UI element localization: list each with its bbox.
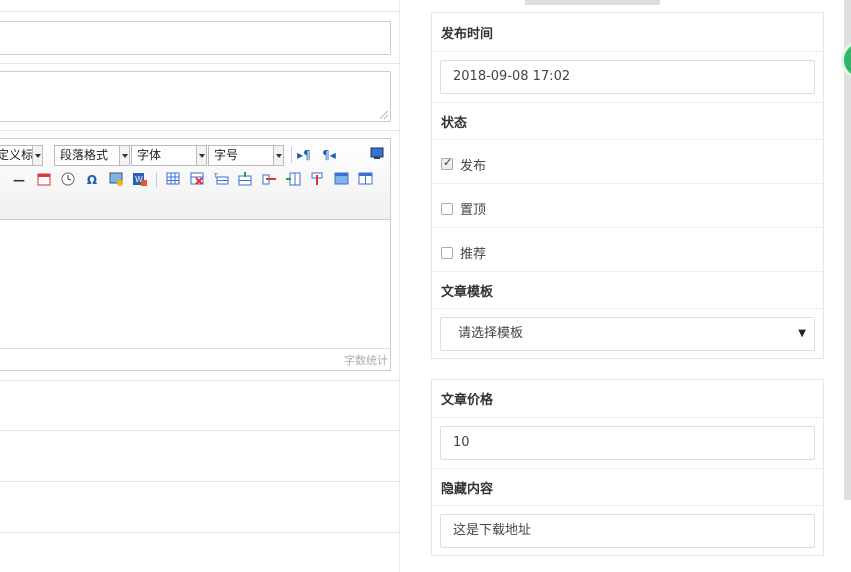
pin-checkbox[interactable] bbox=[441, 203, 453, 215]
hidden-content-label: 隐藏内容 bbox=[441, 482, 494, 497]
divider bbox=[0, 11, 400, 12]
divider bbox=[0, 380, 400, 381]
status-option-pin[interactable]: 置顶 bbox=[432, 183, 823, 227]
divider bbox=[0, 481, 400, 482]
status-row: 状态 bbox=[432, 102, 823, 140]
font-size-label: 字号 bbox=[214, 148, 239, 162]
paragraph-format-select[interactable]: 段落格式 bbox=[54, 145, 130, 166]
hidden-content-input[interactable]: 这是下载地址 bbox=[440, 514, 815, 548]
status-option-recommend[interactable]: 推荐 bbox=[432, 227, 823, 271]
chevron-down-icon bbox=[119, 146, 129, 165]
editor-statusbar: 字数统计 bbox=[0, 348, 390, 370]
divider bbox=[0, 63, 400, 64]
status-label: 状态 bbox=[441, 116, 468, 131]
rich-text-editor[interactable]: 定义标题 段落格式 字体 字号 ▸¶ ¶◂ bbox=[0, 138, 391, 371]
font-size-select[interactable]: 字号 bbox=[208, 145, 284, 166]
publish-time-label: 发布时间 bbox=[441, 27, 494, 42]
template-row: 文章模板 bbox=[432, 271, 823, 309]
main-form: 定义标题 段落格式 字体 字号 ▸¶ ¶◂ bbox=[0, 0, 400, 572]
ltr-icon[interactable]: ▸¶ bbox=[296, 147, 312, 163]
toolbar-separator bbox=[156, 172, 157, 188]
publish-time-input[interactable]: 2018-09-08 17:02 bbox=[440, 60, 815, 94]
font-family-label: 字体 bbox=[137, 148, 162, 162]
template-label: 文章模板 bbox=[441, 285, 494, 300]
editor-toolbar: 定义标题 段落格式 字体 字号 ▸¶ ¶◂ bbox=[0, 139, 390, 220]
image-icon[interactable] bbox=[108, 172, 124, 188]
chevron-down-icon bbox=[273, 146, 283, 165]
insert-col-icon[interactable] bbox=[285, 172, 301, 188]
hidden-content-input-row: 这是下载地址 bbox=[432, 505, 823, 556]
title-input[interactable] bbox=[0, 21, 391, 55]
merge-cells-icon[interactable] bbox=[333, 172, 349, 188]
date-icon[interactable] bbox=[36, 172, 52, 188]
status-option-publish[interactable]: 发布 bbox=[432, 139, 823, 183]
chevron-down-icon bbox=[32, 146, 42, 165]
divider bbox=[0, 130, 400, 131]
font-family-select[interactable]: 字体 bbox=[131, 145, 207, 166]
summary-textarea[interactable] bbox=[0, 71, 391, 122]
preview-icon[interactable] bbox=[369, 147, 385, 163]
pin-checkbox-label: 置顶 bbox=[460, 203, 487, 218]
thumbnail-preview bbox=[525, 0, 660, 5]
template-select-value: 请选择模板 bbox=[458, 326, 524, 341]
price-label: 文章价格 bbox=[441, 393, 494, 408]
insert-row-icon[interactable] bbox=[237, 172, 253, 188]
insert-caption-icon[interactable]: T bbox=[213, 172, 229, 188]
recommend-checkbox-label: 推荐 bbox=[460, 247, 487, 262]
horizontal-rule-icon[interactable]: — bbox=[11, 172, 27, 188]
floating-action-button[interactable] bbox=[841, 40, 851, 80]
price-input[interactable]: 10 bbox=[440, 426, 815, 460]
pricing-panel: 文章价格 10 隐藏内容 这是下载地址 bbox=[431, 379, 824, 556]
publish-checkbox[interactable] bbox=[441, 156, 453, 170]
rtl-icon[interactable]: ¶◂ bbox=[321, 147, 337, 163]
hidden-content-row: 隐藏内容 bbox=[432, 468, 823, 506]
time-icon[interactable] bbox=[60, 172, 76, 188]
paragraph-format-label: 段落格式 bbox=[60, 148, 109, 162]
caret-down-icon: ▼ bbox=[798, 328, 806, 339]
template-select[interactable]: 请选择模板 ▼ bbox=[440, 317, 815, 351]
divider bbox=[0, 532, 400, 533]
template-select-row: 请选择模板 ▼ bbox=[432, 308, 823, 360]
insert-table-icon[interactable] bbox=[165, 172, 181, 188]
divider bbox=[0, 430, 400, 431]
recommend-checkbox[interactable] bbox=[441, 247, 453, 259]
delete-col-icon[interactable] bbox=[309, 172, 325, 188]
chevron-down-icon bbox=[196, 146, 206, 165]
split-cells-icon[interactable] bbox=[357, 172, 373, 188]
publish-panel: 发布时间 2018-09-08 17:02 状态 发布 置顶 推荐 文章模板 请… bbox=[431, 12, 824, 359]
resize-grip[interactable] bbox=[380, 111, 388, 119]
special-char-icon[interactable]: Ω bbox=[84, 172, 100, 188]
word-import-icon[interactable]: W bbox=[132, 172, 148, 188]
delete-table-icon[interactable] bbox=[189, 172, 205, 188]
publish-time-row: 2018-09-08 17:02 bbox=[432, 51, 823, 103]
custom-heading-select[interactable]: 定义标题 bbox=[0, 145, 43, 166]
price-row: 10 bbox=[432, 417, 823, 468]
delete-row-icon[interactable] bbox=[261, 172, 277, 188]
publish-checkbox-label: 发布 bbox=[460, 159, 487, 174]
page: 定义标题 段落格式 字体 字号 ▸¶ ¶◂ bbox=[0, 0, 851, 572]
word-count: 字数统计 bbox=[344, 354, 388, 367]
toolbar-separator bbox=[291, 147, 292, 163]
